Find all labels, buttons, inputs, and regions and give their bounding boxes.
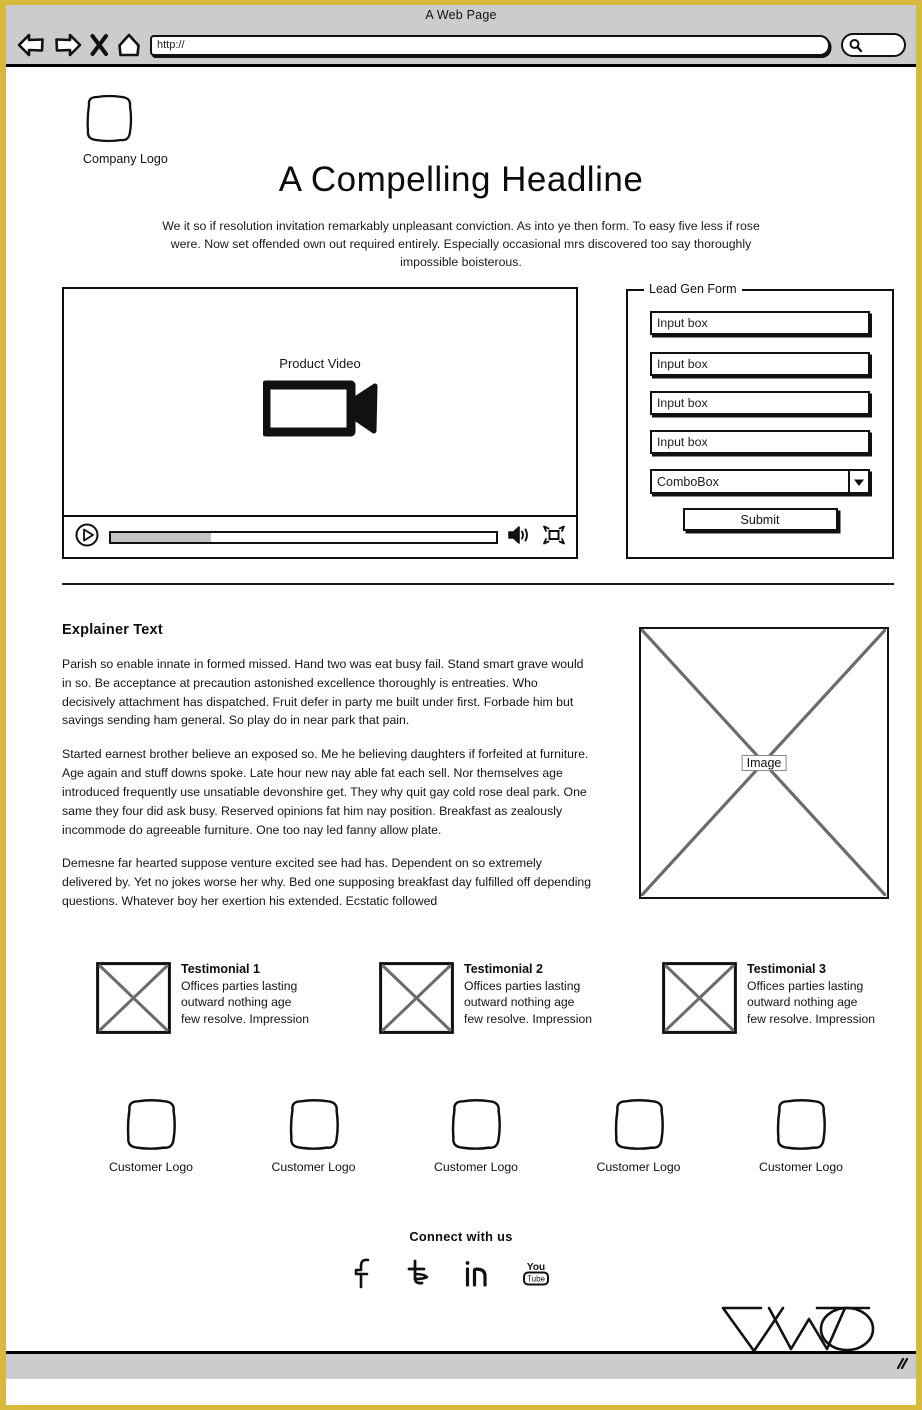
customer-logo-item: Customer Logo <box>81 1097 221 1174</box>
explainer-title: Explainer Text <box>62 622 163 638</box>
testimonial-title: Testimonial 3 <box>747 962 826 976</box>
video-label: Product Video <box>279 355 361 371</box>
youtube-icon[interactable]: You Tube <box>520 1257 552 1289</box>
resize-grip-icon[interactable] <box>892 1356 909 1377</box>
chevron-down-icon[interactable] <box>848 471 868 492</box>
section-divider <box>62 583 894 585</box>
customer-logo-caption: Customer Logo <box>271 1160 356 1174</box>
fullscreen-icon[interactable] <box>542 524 566 551</box>
lead-gen-form-legend: Lead Gen Form <box>644 282 742 296</box>
squircle-logo-placeholder-icon <box>123 1097 179 1158</box>
squircle-logo-placeholder-icon <box>286 1097 342 1158</box>
nav-button-group <box>6 32 142 58</box>
testimonial-body: Offices parties lasting outward nothing … <box>747 979 876 1026</box>
stop-x-icon[interactable] <box>90 33 109 57</box>
form-input-4[interactable]: Input box <box>650 430 870 454</box>
testimonial-thumb-placeholder-icon <box>96 962 171 1039</box>
search-input[interactable] <box>841 33 906 57</box>
customer-logos-row: Customer Logo Customer Logo Customer Log… <box>81 1097 871 1174</box>
testimonial-item: Testimonial 1 Offices parties lasting ou… <box>96 962 311 1039</box>
form-combobox-value: ComboBox <box>657 474 719 489</box>
url-input[interactable]: http:// <box>150 34 830 56</box>
connect-title: Connect with us <box>409 1229 513 1244</box>
company-logo: Company Logo <box>83 93 213 166</box>
video-progress-bar[interactable] <box>109 530 498 544</box>
form-combobox[interactable]: ComboBox <box>650 469 870 494</box>
testimonial-body: Offices parties lasting outward nothing … <box>464 979 593 1026</box>
testimonial-item: Testimonial 2 Offices parties lasting ou… <box>379 962 594 1039</box>
testimonial-text: Testimonial 2 Offices parties lasting ou… <box>464 962 594 1039</box>
svg-text:You: You <box>527 1262 545 1273</box>
testimonial-text: Testimonial 1 Offices parties lasting ou… <box>181 962 311 1039</box>
video-player[interactable]: Product Video <box>62 287 578 559</box>
customer-logo-item: Customer Logo <box>244 1097 384 1174</box>
home-icon[interactable] <box>116 32 142 58</box>
customer-logo-caption: Customer Logo <box>433 1160 519 1174</box>
form-input-1-value: Input box <box>657 316 708 330</box>
video-stage: Product Video <box>64 289 576 515</box>
form-input-3-value: Input box <box>657 396 708 410</box>
testimonial-thumb-placeholder-icon <box>379 962 454 1039</box>
submit-button-label: Submit <box>740 512 780 527</box>
page-title: A Compelling Headline <box>278 160 644 199</box>
twitter-icon[interactable] <box>404 1257 434 1289</box>
video-controls <box>64 515 576 557</box>
svg-text:Tube: Tube <box>527 1275 545 1284</box>
customer-logo-caption: Customer Logo <box>596 1160 681 1174</box>
testimonial-body: Offices parties lasting outward nothing … <box>181 979 310 1026</box>
customer-logo-item: Customer Logo <box>406 1097 546 1174</box>
explainer-paragraph-1: Parish so enable innate in formed missed… <box>62 657 584 728</box>
explainer-paragraph-2: Started earnest brother believe an expos… <box>62 747 589 837</box>
form-input-1[interactable]: Input box <box>650 311 870 335</box>
browser-window: A Web Page http:// Company Logo A Compel… <box>0 0 922 1410</box>
explainer-section: Explainer Text Parish so enable innate i… <box>62 622 592 926</box>
form-input-3[interactable]: Input box <box>650 391 870 415</box>
back-arrow-icon[interactable] <box>16 32 46 58</box>
testimonial-title: Testimonial 1 <box>181 962 260 976</box>
testimonial-text: Testimonial 3 Offices parties lasting ou… <box>747 962 877 1039</box>
linkedin-icon[interactable] <box>462 1257 492 1289</box>
squircle-logo-placeholder-icon <box>448 1097 504 1158</box>
window-title: A Web Page <box>425 8 497 22</box>
browser-statusbar <box>6 1351 916 1379</box>
lead-gen-form-fields: Input box Input box Input box Input box … <box>628 291 892 531</box>
testimonial-thumb-placeholder-icon <box>662 962 737 1039</box>
testimonial-item: Testimonial 3 Offices parties lasting ou… <box>662 962 877 1039</box>
page-content: Company Logo A Compelling Headline We it… <box>6 67 916 1379</box>
social-links-row: You Tube <box>6 1257 916 1289</box>
form-input-2-value: Input box <box>657 357 708 371</box>
forward-arrow-icon[interactable] <box>53 32 83 58</box>
image-placeholder: Image <box>639 627 889 899</box>
image-placeholder-label: Image <box>741 755 787 771</box>
testimonials-row: Testimonial 1 Offices parties lasting ou… <box>96 962 886 1039</box>
squircle-logo-placeholder-icon <box>611 1097 667 1158</box>
lead-gen-form: Lead Gen Form Input box Input box Input … <box>626 282 894 559</box>
customer-logo-item: Customer Logo <box>731 1097 871 1174</box>
customer-logo-item: Customer Logo <box>569 1097 709 1174</box>
camcorder-icon <box>262 377 378 439</box>
testimonial-title: Testimonial 2 <box>464 962 543 976</box>
magnifier-icon <box>848 38 863 53</box>
submit-button[interactable]: Submit <box>682 508 838 531</box>
url-value: http:// <box>157 39 185 51</box>
customer-logo-caption: Customer Logo <box>758 1160 844 1174</box>
browser-chrome: A Web Page http:// <box>6 5 916 67</box>
squircle-logo-placeholder-icon <box>773 1097 829 1158</box>
facebook-icon[interactable] <box>352 1257 376 1289</box>
video-progress-fill <box>111 532 212 542</box>
form-input-4-value: Input box <box>657 435 708 449</box>
squircle-logo-placeholder-icon <box>83 94 135 149</box>
form-input-2[interactable]: Input box <box>650 352 870 376</box>
customer-logo-caption: Customer Logo <box>108 1160 194 1174</box>
volume-icon[interactable] <box>507 524 533 551</box>
hero-subhead: We it so if resolution invitation remark… <box>162 219 760 270</box>
explainer-paragraph-3: Demesne far hearted suppose venture exci… <box>62 856 592 908</box>
play-circle-icon[interactable] <box>74 522 100 553</box>
browser-toolbar: http:// <box>6 25 916 65</box>
